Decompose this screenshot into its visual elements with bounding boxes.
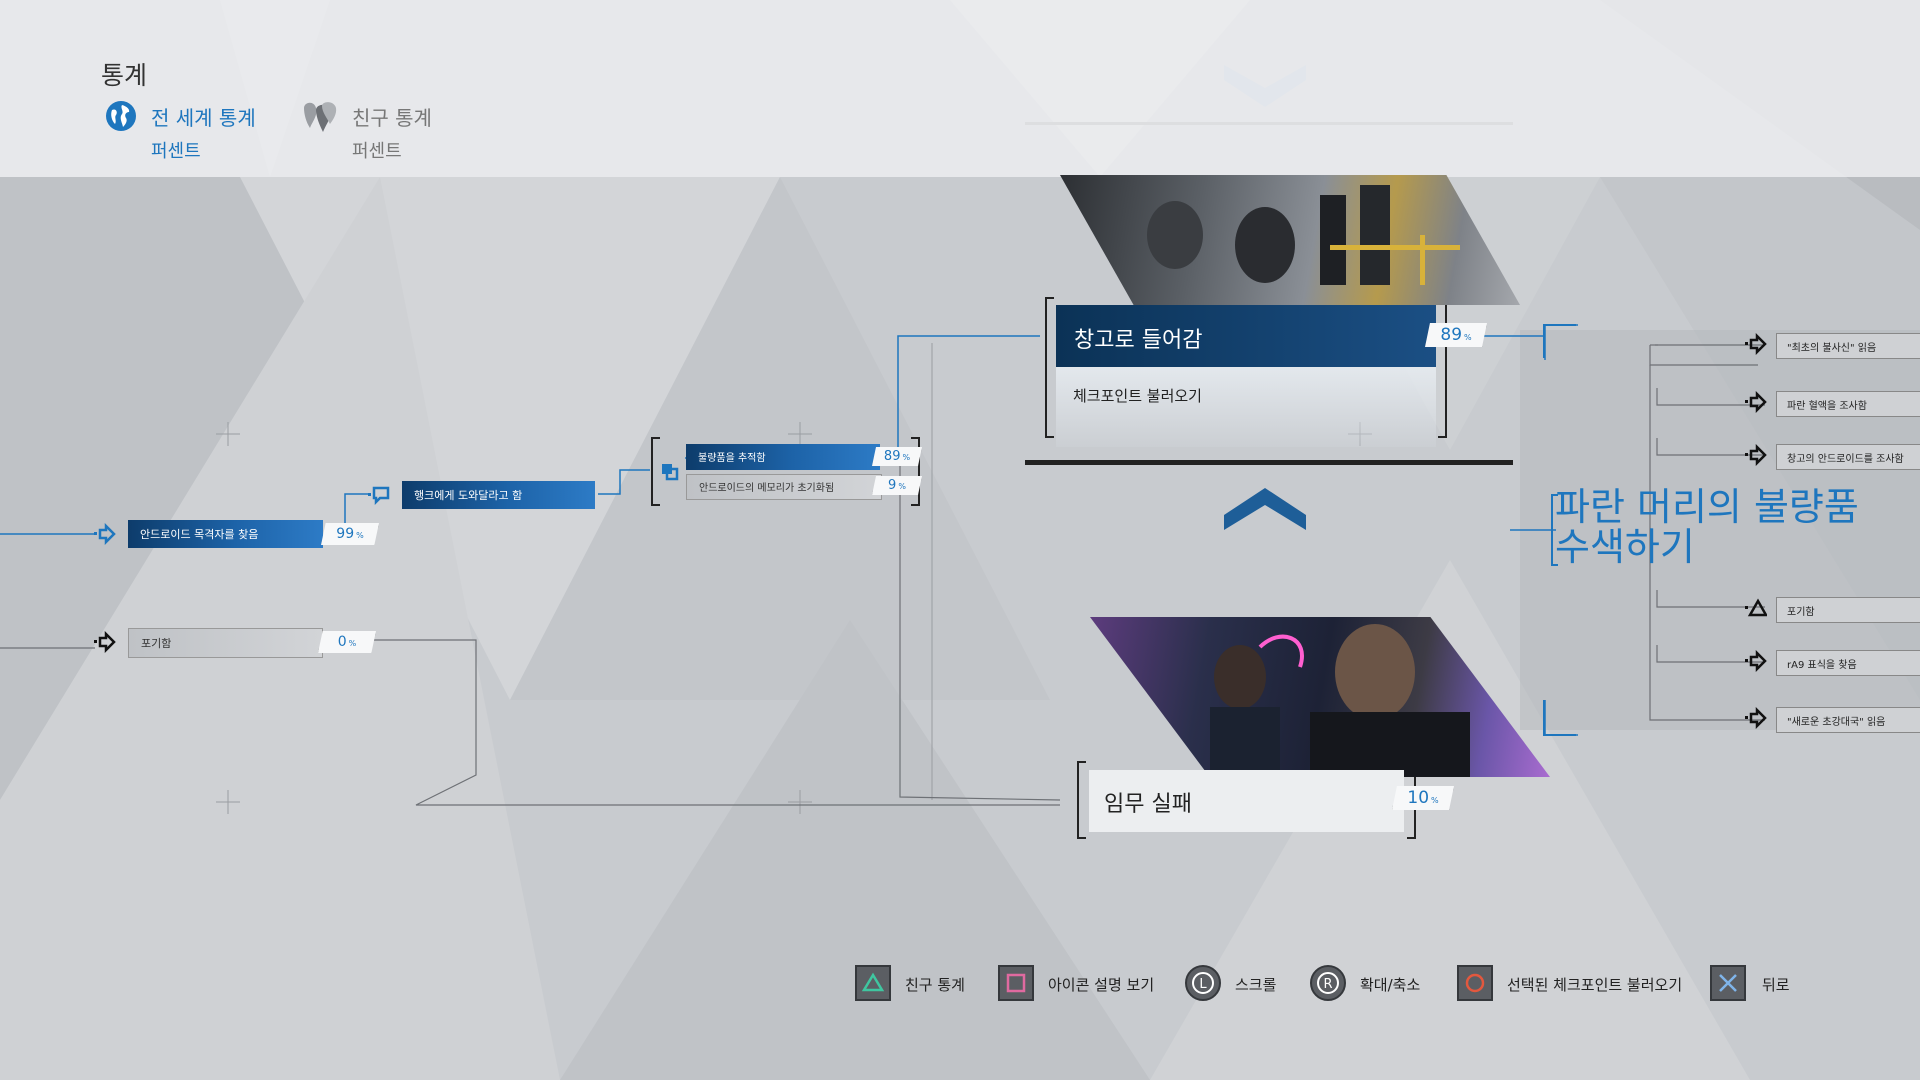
tab-friends-sub: 퍼센트 — [352, 141, 402, 162]
button-label: 확대/축소 — [1360, 976, 1421, 994]
node-label: 불량품을 추적함 — [698, 453, 766, 464]
scene-thumbnail-warehouse — [1060, 175, 1520, 305]
button-label: 선택된 체크포인트 불러오기 — [1507, 976, 1683, 994]
objective-title: 파란 머리의 불량품 수색하기 — [1555, 487, 1859, 567]
checkpoint-card-mission-failed[interactable]: 임무 실패 — [1089, 770, 1404, 832]
node-label: 안드로이드 목격자를 찾음 — [140, 528, 259, 541]
objective-line-1: 파란 머리의 불량품 — [1555, 485, 1859, 529]
choice-node-asked-hank[interactable]: 행크에게 도와달라고 함 — [402, 481, 595, 509]
arrow-icon — [1745, 707, 1767, 729]
objective-line-2: 수색하기 — [1555, 525, 1695, 569]
triangle-button-icon — [855, 965, 891, 1001]
right-stick-icon: R — [1310, 965, 1346, 1001]
percent-badge: 10% — [1392, 786, 1454, 810]
objective-bracket — [1543, 324, 1576, 736]
right-node-6[interactable]: "새로운 초강대국" 읽음 — [1776, 707, 1920, 733]
scene-image — [1147, 185, 1460, 285]
svg-text:R: R — [1323, 977, 1332, 992]
clue-icon — [662, 464, 679, 481]
tab-friends-label: 친구 통계 — [352, 106, 432, 130]
right-node-1[interactable]: "최초의 불사신" 읽음 — [1776, 333, 1920, 359]
tab-global-sub: 퍼센트 — [151, 141, 201, 162]
button-label: 스크롤 — [1235, 976, 1277, 994]
arrow-icon — [1745, 391, 1767, 413]
arrow-icon — [94, 631, 116, 653]
arrow-icon — [1745, 444, 1767, 466]
tab-global-label: 전 세계 통계 — [151, 106, 256, 130]
node-label: 포기함 — [1787, 607, 1815, 618]
arrow-icon — [1745, 650, 1767, 672]
choice-node-memory-wiped[interactable]: 안드로이드의 메모리가 초기화됨 — [686, 474, 882, 500]
checkpoint-card-warehouse[interactable]: 창고로 들어감 — [1056, 305, 1436, 367]
right-node-2[interactable]: 파란 혈액을 조사함 — [1776, 391, 1920, 417]
speech-icon — [368, 486, 390, 506]
card-title: 임무 실패 — [1104, 792, 1192, 817]
page-title: 통계 — [101, 61, 148, 90]
node-label: "최초의 불사신" 읽음 — [1787, 343, 1877, 354]
button-label: 뒤로 — [1762, 976, 1790, 994]
square-button-icon — [998, 965, 1034, 1001]
friends-icon — [304, 102, 337, 132]
choice-node-found-android-witness[interactable]: 안드로이드 목격자를 찾음 — [128, 520, 323, 548]
load-checkpoint-option[interactable]: 체크포인트 불러오기 — [1056, 367, 1436, 447]
header-panel — [0, 0, 1920, 177]
cross-button-icon — [1710, 965, 1746, 1001]
circle-button-icon — [1457, 965, 1493, 1001]
node-label: "새로운 초강대국" 읽음 — [1787, 717, 1886, 728]
globe-icon — [106, 101, 136, 131]
card-title: 창고로 들어감 — [1074, 328, 1203, 353]
percent-badge: 99% — [321, 523, 379, 545]
node-label: 포기함 — [141, 637, 172, 650]
percent-badge: 89% — [1425, 323, 1487, 347]
left-stick-icon: L — [1185, 965, 1221, 1001]
node-label: 행크에게 도와달라고 함 — [414, 489, 523, 502]
triangle-icon — [1745, 598, 1767, 617]
button-label: 아이콘 설명 보기 — [1048, 976, 1155, 994]
node-label: rA9 표식을 찾음 — [1787, 660, 1857, 671]
node-label: 파란 혈액을 조사함 — [1787, 401, 1867, 412]
node-label: 창고의 안드로이드를 조사함 — [1787, 454, 1904, 465]
load-checkpoint-label: 체크포인트 불러오기 — [1073, 387, 1202, 405]
arrow-icon — [94, 523, 116, 545]
svg-text:L: L — [1199, 977, 1207, 992]
arrow-icon — [1745, 333, 1767, 355]
choice-node-tracked-deviant[interactable]: 불량품을 추적함 — [686, 444, 880, 470]
right-node-4[interactable]: 포기함 — [1776, 597, 1920, 623]
choice-node-gave-up[interactable]: 포기함 — [128, 628, 323, 658]
right-node-5[interactable]: rA9 표식을 찾음 — [1776, 650, 1920, 676]
right-node-3[interactable]: 창고의 안드로이드를 조사함 — [1776, 444, 1920, 470]
button-label: 친구 통계 — [905, 976, 965, 994]
percent-badge: 89% — [872, 447, 922, 466]
node-label: 안드로이드의 메모리가 초기화됨 — [699, 483, 835, 494]
percent-badge: 0% — [318, 631, 376, 653]
percent-badge: 9% — [872, 476, 922, 495]
